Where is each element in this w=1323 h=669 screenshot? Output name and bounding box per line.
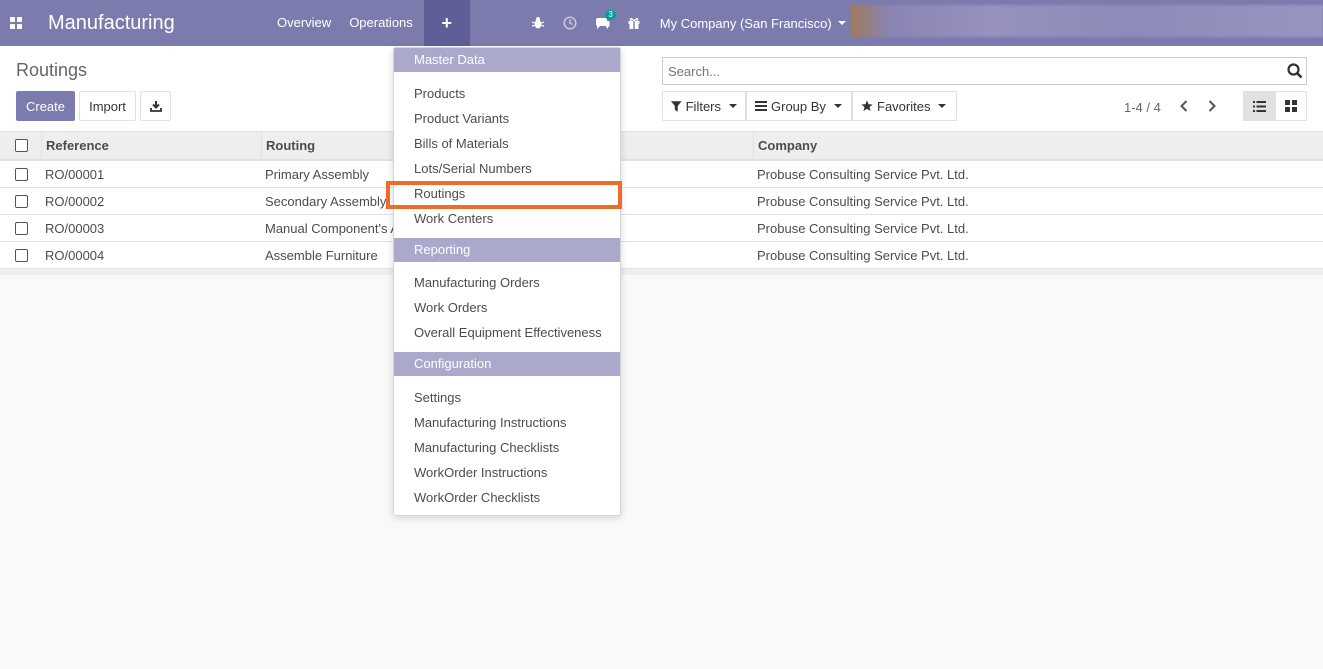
- company-name: My Company (San Francisco): [659, 15, 832, 31]
- plus-dropdown-menu: Master Data Products Product Variants Bi…: [393, 47, 621, 516]
- cell-company: Probuse Consulting Service Pvt. Ltd.: [757, 220, 969, 236]
- systray: 3 My Company (San Francisco): [522, 0, 846, 46]
- select-all-checkbox[interactable]: [0, 139, 41, 152]
- apps-grid-icon[interactable]: [0, 0, 32, 46]
- cell-reference: RO/00001: [45, 166, 105, 182]
- cell-reference: RO/00003: [45, 220, 105, 236]
- chevron-left-icon[interactable]: [1172, 94, 1196, 118]
- chevron-down-icon: [938, 104, 947, 108]
- search-input[interactable]: [663, 63, 1284, 79]
- chat-icon[interactable]: 3: [586, 0, 618, 46]
- routings-list-table: Reference Routing Company RO/00001 Prima…: [0, 132, 1323, 275]
- download-icon: [149, 101, 162, 112]
- menu-item-oee[interactable]: Overall Equipment Effectiveness: [414, 325, 602, 341]
- list-view-icon: [1252, 100, 1266, 112]
- kanban-view-button[interactable]: [1275, 91, 1307, 121]
- favorites-button[interactable]: Favorites: [852, 91, 957, 121]
- column-company[interactable]: Company: [753, 132, 1323, 159]
- chevron-down-icon: [729, 104, 737, 108]
- control-panel: Routings Create Import Filters Group By …: [0, 46, 1323, 132]
- row-checkbox[interactable]: [0, 194, 41, 208]
- import-button[interactable]: Import: [79, 91, 136, 121]
- section-header-reporting: Reporting: [394, 238, 620, 262]
- search-icon[interactable]: [1284, 60, 1306, 82]
- menu-overview[interactable]: Overview: [268, 0, 340, 46]
- menu-item-products[interactable]: Products: [414, 86, 465, 102]
- chevron-right-icon[interactable]: [1200, 94, 1224, 118]
- routings-highlight-box: [386, 181, 622, 209]
- download-button[interactable]: [140, 91, 171, 121]
- row-checkbox[interactable]: [0, 221, 41, 235]
- filters-label: Filters: [685, 98, 721, 114]
- cell-reference: RO/00002: [45, 193, 105, 209]
- app-title[interactable]: Manufacturing: [48, 12, 228, 35]
- pager-value[interactable]: 1-4 / 4: [1124, 100, 1161, 115]
- filter-icon: [671, 100, 682, 112]
- clock-icon[interactable]: [554, 0, 586, 46]
- list-view-button[interactable]: [1243, 91, 1275, 121]
- cell-company: Probuse Consulting Service Pvt. Ltd.: [757, 166, 969, 182]
- row-checkbox[interactable]: [0, 248, 41, 262]
- star-icon: [861, 100, 873, 111]
- cell-reference: RO/00004: [45, 247, 105, 263]
- menu-item-work-orders[interactable]: Work Orders: [414, 300, 487, 316]
- menu-item-workorder-instructions[interactable]: WorkOrder Instructions: [414, 465, 547, 481]
- bug-icon[interactable]: [522, 0, 554, 46]
- menu-item-manufacturing-orders[interactable]: Manufacturing Orders: [414, 275, 540, 291]
- menu-item-settings[interactable]: Settings: [414, 390, 461, 406]
- chevron-down-icon: [833, 104, 842, 108]
- table-row[interactable]: RO/00003 Manual Component's Assembly Pro…: [0, 215, 1323, 242]
- section-header-configuration: Configuration: [394, 352, 620, 376]
- gift-icon[interactable]: [618, 0, 650, 46]
- groupby-button[interactable]: Group By: [746, 91, 852, 121]
- search-bar: [662, 57, 1307, 85]
- chevron-down-icon: [837, 21, 846, 25]
- cell-company: Probuse Consulting Service Pvt. Ltd.: [757, 193, 969, 209]
- create-button[interactable]: Create: [16, 91, 75, 121]
- favorites-label: Favorites: [877, 98, 931, 114]
- company-switcher[interactable]: My Company (San Francisco): [660, 16, 846, 31]
- groupby-label: Group By: [771, 98, 826, 114]
- table-row[interactable]: RO/00002 Secondary Assembly Probuse Cons…: [0, 188, 1323, 215]
- table-header: Reference Routing Company: [0, 132, 1323, 161]
- menu-item-lots-serial-numbers[interactable]: Lots/Serial Numbers: [414, 161, 532, 177]
- filters-button[interactable]: Filters: [662, 91, 746, 121]
- top-navbar: Manufacturing Overview Operations + 3 My…: [0, 0, 1323, 46]
- menu-item-bills-of-materials[interactable]: Bills of Materials: [414, 136, 509, 152]
- table-footer: [0, 269, 1323, 275]
- menu-item-product-variants[interactable]: Product Variants: [414, 111, 509, 127]
- column-reference[interactable]: Reference: [41, 132, 261, 159]
- row-checkbox[interactable]: [0, 167, 41, 181]
- menu-operations[interactable]: Operations: [340, 0, 422, 46]
- breadcrumb-title: Routings: [16, 60, 88, 80]
- list-bars-icon: [755, 101, 767, 111]
- section-header-master-data: Master Data: [394, 48, 620, 72]
- kanban-view-icon: [1285, 100, 1297, 112]
- plus-menu-button[interactable]: +: [423, 0, 470, 46]
- menu-item-work-centers[interactable]: Work Centers: [414, 211, 493, 227]
- table-row[interactable]: RO/00001 Primary Assembly Probuse Consul…: [0, 161, 1323, 188]
- table-row[interactable]: RO/00004 Assemble Furniture Probuse Cons…: [0, 242, 1323, 269]
- menu-item-manufacturing-instructions[interactable]: Manufacturing Instructions: [414, 415, 566, 431]
- menu-item-manufacturing-checklists[interactable]: Manufacturing Checklists: [414, 440, 559, 456]
- user-menu-blurred[interactable]: [851, 5, 1323, 37]
- chat-count-badge: 3: [605, 10, 616, 20]
- menu-item-workorder-checklists[interactable]: WorkOrder Checklists: [414, 490, 540, 506]
- cell-company: Probuse Consulting Service Pvt. Ltd.: [757, 247, 969, 263]
